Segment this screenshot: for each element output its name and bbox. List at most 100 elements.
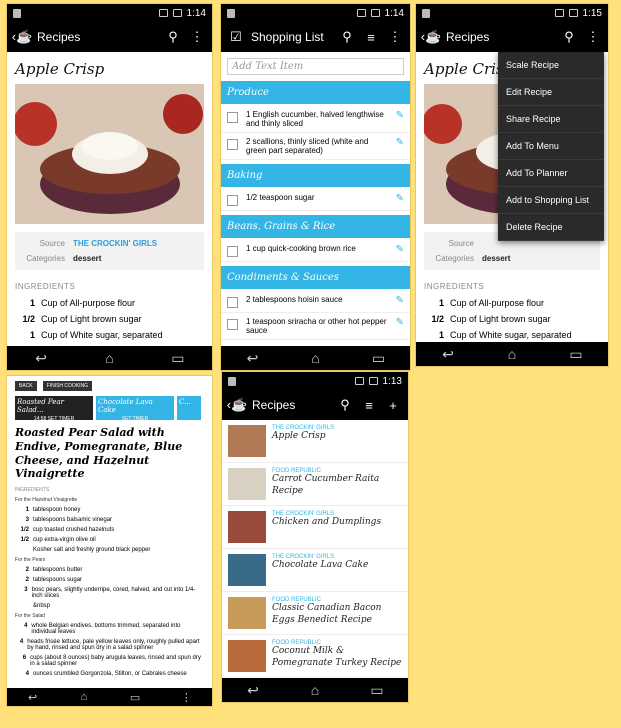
menu-item-add-to-shopping-list[interactable]: Add to Shopping List bbox=[498, 187, 604, 214]
ingredient-text: tablespoons balsamic vinegar bbox=[33, 517, 113, 523]
tab-next[interactable]: C... bbox=[177, 396, 201, 420]
app-logo-icon[interactable]: ‹☕ bbox=[421, 29, 442, 45]
checkbox[interactable] bbox=[227, 139, 238, 150]
recents-icon[interactable]: ▭ bbox=[120, 691, 150, 704]
action-bar: ☑ Shopping List ⚲ ≡ ⋮ bbox=[221, 22, 410, 52]
overflow-menu-icon[interactable]: ⋮ bbox=[171, 691, 201, 704]
menu-item-edit-recipe[interactable]: Edit Recipe bbox=[498, 79, 604, 106]
list-item[interactable]: 1 cup quick-cooking brown rice ✎ bbox=[221, 240, 410, 262]
back-icon[interactable]: ↩ bbox=[238, 682, 268, 699]
checkbox[interactable] bbox=[227, 195, 238, 206]
tab-title: C... bbox=[179, 398, 191, 406]
home-icon[interactable]: ⌂ bbox=[94, 350, 124, 366]
ingredient-row: 3 tablespoons balsamic vinegar bbox=[7, 515, 212, 525]
apple-crisp-image bbox=[15, 84, 204, 224]
list-item[interactable]: THE CROCKIN' GIRLS Chicken and Dumplings bbox=[222, 506, 408, 549]
timer-value: 14:58 bbox=[33, 416, 47, 422]
ingredient-row: 1/2 cup extra-virgin olive oil bbox=[7, 535, 212, 545]
recents-icon[interactable]: ▭ bbox=[163, 350, 193, 367]
recipe-title: Roasted Pear Salad with Endive, Pomegran… bbox=[15, 426, 183, 481]
ingredient-text: ounces crumbled Gorgonzola, Stilton, or … bbox=[33, 671, 187, 677]
ingredient-qty: 3 bbox=[24, 587, 28, 593]
overflow-menu-icon[interactable]: ⋮ bbox=[584, 29, 602, 45]
home-icon[interactable]: ⌂ bbox=[69, 691, 99, 703]
list-item[interactable]: 1 English cucumber, halved lengthwise an… bbox=[221, 106, 410, 133]
search-icon[interactable]: ⚲ bbox=[164, 29, 182, 45]
set-timer-button[interactable]: SET TIMER bbox=[98, 416, 172, 422]
menu-item-delete-recipe[interactable]: Delete Recipe bbox=[498, 214, 604, 241]
ingredient-qty: 1/2 bbox=[431, 314, 444, 324]
list-item[interactable]: FOOD REPUBLIC Carrot Cucumber Raita Recip… bbox=[222, 463, 408, 506]
category-header: Condiments & Sauces bbox=[221, 266, 410, 289]
phone-recipe-list: 1:13 ‹☕ Recipes ⚲ ≡ + THE CROCKIN' GIRLS… bbox=[222, 372, 408, 702]
overflow-menu-icon[interactable]: ⋮ bbox=[386, 29, 404, 45]
home-icon[interactable]: ⌂ bbox=[301, 350, 331, 366]
app-logo-icon[interactable]: ‹☕ bbox=[12, 29, 33, 45]
menu-item-add-to-menu[interactable]: Add To Menu bbox=[498, 133, 604, 160]
item-text: 1 English cucumber, halved lengthwise an… bbox=[246, 110, 384, 128]
add-icon[interactable]: + bbox=[384, 398, 402, 413]
checkbox[interactable] bbox=[227, 297, 238, 308]
recipe-thumbnail bbox=[228, 511, 266, 543]
home-icon[interactable]: ⌂ bbox=[497, 346, 527, 362]
ingredient-qty: 6 bbox=[22, 655, 27, 661]
overflow-menu-icon[interactable]: ⋮ bbox=[188, 29, 206, 45]
sort-icon[interactable]: ≡ bbox=[360, 398, 378, 413]
ingredient-text: heads frisée lettuce, pale yellow leaves… bbox=[27, 639, 200, 651]
search-icon[interactable]: ⚲ bbox=[560, 29, 578, 45]
notification-icon bbox=[227, 8, 235, 18]
phone-shopping-list: 1:14 ☑ Shopping List ⚲ ≡ ⋮ Add Text Item… bbox=[221, 4, 410, 370]
sort-icon[interactable]: ≡ bbox=[362, 30, 380, 45]
categories-label: Categories bbox=[26, 254, 65, 263]
checklist-icon[interactable]: ☑ bbox=[227, 29, 245, 45]
recipe-tabs: Roasted Pear Salad... 14:58 SET TIMER Ch… bbox=[7, 396, 212, 422]
tab-roasted-pear-salad[interactable]: Roasted Pear Salad... 14:58 SET TIMER bbox=[15, 396, 93, 422]
back-icon[interactable]: ↩ bbox=[18, 691, 48, 704]
recents-icon[interactable]: ▭ bbox=[364, 350, 394, 367]
status-bar: 1:14 bbox=[7, 4, 212, 22]
ingredient-text: Kosher salt and freshly ground black pep… bbox=[33, 547, 151, 553]
back-button[interactable]: BACK bbox=[15, 381, 37, 391]
menu-item-scale-recipe[interactable]: Scale Recipe bbox=[498, 52, 604, 79]
list-item[interactable]: THE CROCKIN' GIRLS Chocolate Lava Cake bbox=[222, 549, 408, 592]
set-timer-button[interactable]: SET TIMER bbox=[48, 416, 75, 422]
edit-icon[interactable]: ✎ bbox=[396, 317, 404, 328]
edit-icon[interactable]: ✎ bbox=[396, 193, 404, 204]
list-item[interactable]: 2 tablespoons hoisin sauce ✎ bbox=[221, 291, 410, 313]
edit-icon[interactable]: ✎ bbox=[396, 137, 404, 148]
edit-icon[interactable]: ✎ bbox=[396, 244, 404, 255]
search-icon[interactable]: ⚲ bbox=[336, 397, 354, 413]
checkbox[interactable] bbox=[227, 246, 238, 257]
ingredient-qty: 1 bbox=[438, 330, 444, 340]
tab-chocolate-lava-cake[interactable]: Chocolate Lava Cake SET TIMER bbox=[96, 396, 174, 422]
item-text: 1/2 teaspoon sugar bbox=[246, 193, 315, 202]
finish-cooking-button[interactable]: FINISH COOKING bbox=[42, 381, 93, 391]
add-text-item-input[interactable]: Add Text Item bbox=[227, 58, 404, 75]
list-item[interactable]: 1 teaspoon sriracha or other hot pepper … bbox=[221, 313, 410, 340]
notification-icon bbox=[228, 376, 236, 386]
recipe-name: Classic Canadian Bacon Eggs Benedict Rec… bbox=[272, 603, 382, 625]
ingredient-text: tablespoon honey bbox=[33, 507, 81, 513]
list-item[interactable]: 1/2 teaspoon sugar ✎ bbox=[221, 189, 410, 211]
menu-item-share-recipe[interactable]: Share Recipe bbox=[498, 106, 604, 133]
recents-icon[interactable]: ▭ bbox=[362, 682, 392, 699]
list-item[interactable]: FOOD REPUBLIC Classic Canadian Bacon Eggs… bbox=[222, 592, 408, 635]
back-icon[interactable]: ↩ bbox=[433, 346, 463, 363]
back-icon[interactable]: ↩ bbox=[238, 350, 268, 367]
edit-icon[interactable]: ✎ bbox=[396, 295, 404, 306]
recents-icon[interactable]: ▭ bbox=[561, 346, 591, 363]
checkbox[interactable] bbox=[227, 112, 238, 123]
menu-item-add-to-planner[interactable]: Add To Planner bbox=[498, 160, 604, 187]
checkbox[interactable] bbox=[227, 319, 238, 330]
ingredient-qty: 1 bbox=[29, 330, 35, 340]
list-item[interactable]: FOOD REPUBLIC Coconut Milk & Pomegranate … bbox=[222, 635, 408, 678]
search-icon[interactable]: ⚲ bbox=[338, 29, 356, 45]
app-logo-icon[interactable]: ‹☕ bbox=[227, 397, 248, 413]
source-link[interactable]: THE CROCKIN' GIRLS bbox=[73, 239, 157, 248]
list-item[interactable]: THE CROCKIN' GIRLS Apple Crisp bbox=[222, 420, 408, 463]
list-item[interactable]: 2 scallions, thinly sliced (white and gr… bbox=[221, 133, 410, 160]
nav-bar: ↩ ⌂ ▭ ⋮ bbox=[7, 688, 212, 706]
back-icon[interactable]: ↩ bbox=[26, 350, 56, 367]
home-icon[interactable]: ⌂ bbox=[300, 682, 330, 698]
edit-icon[interactable]: ✎ bbox=[396, 110, 404, 121]
